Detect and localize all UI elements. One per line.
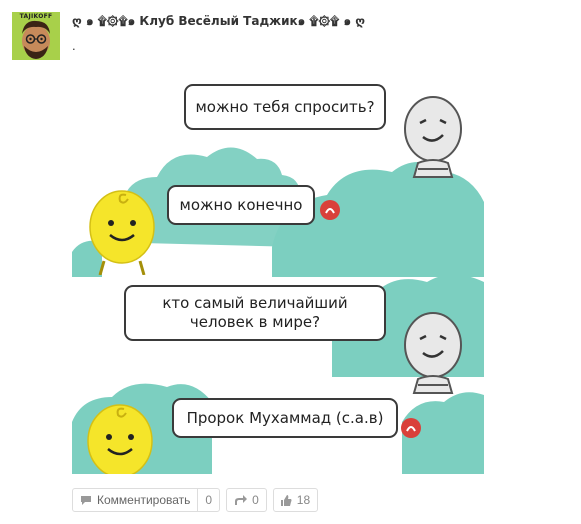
comment-icon	[73, 495, 97, 506]
post-image[interactable]: можно тебя спросить? можно конечно кто с…	[72, 77, 484, 474]
red-badge-icon	[320, 200, 340, 220]
grey-character-icon	[404, 96, 462, 178]
comment-count: 0	[205, 493, 213, 507]
speech-bubble-question-2: кто самый величайший человек в мире?	[124, 285, 386, 341]
post-actions: Комментировать 0 0 18	[72, 488, 319, 512]
group-title[interactable]: ღ ๑ ۩۞۩๑ Клуб Весёлый Таджик๑ ۩۞۩ ๑ ღ	[72, 12, 365, 31]
speech-bubble-answer-2: Пророк Мухаммад (с.а.в)	[172, 398, 398, 438]
comment-button[interactable]: Комментировать 0	[72, 488, 221, 512]
speech-bubble-answer: можно конечно	[167, 185, 315, 225]
speech-bubble-question: можно тебя спросить?	[184, 84, 386, 130]
bubble-line-2: человек в мире?	[189, 313, 321, 331]
group-avatar[interactable]: TAJIKOFF	[12, 12, 60, 60]
red-badge-icon	[401, 418, 421, 438]
bubble-line-1: кто самый величайший	[162, 294, 348, 313]
yellow-character-icon	[87, 404, 153, 474]
avatar-face-icon	[22, 20, 50, 59]
like-count: 18	[296, 493, 311, 507]
comment-label: Комментировать	[97, 493, 191, 507]
share-icon	[227, 494, 252, 506]
share-button[interactable]: 0	[226, 488, 267, 512]
like-button[interactable]: 18	[272, 488, 319, 512]
yellow-character-icon	[89, 190, 155, 275]
thumbs-up-icon	[274, 494, 297, 506]
post-text: .	[72, 38, 76, 53]
share-count: 0	[252, 493, 259, 507]
grey-character-icon	[404, 312, 462, 394]
